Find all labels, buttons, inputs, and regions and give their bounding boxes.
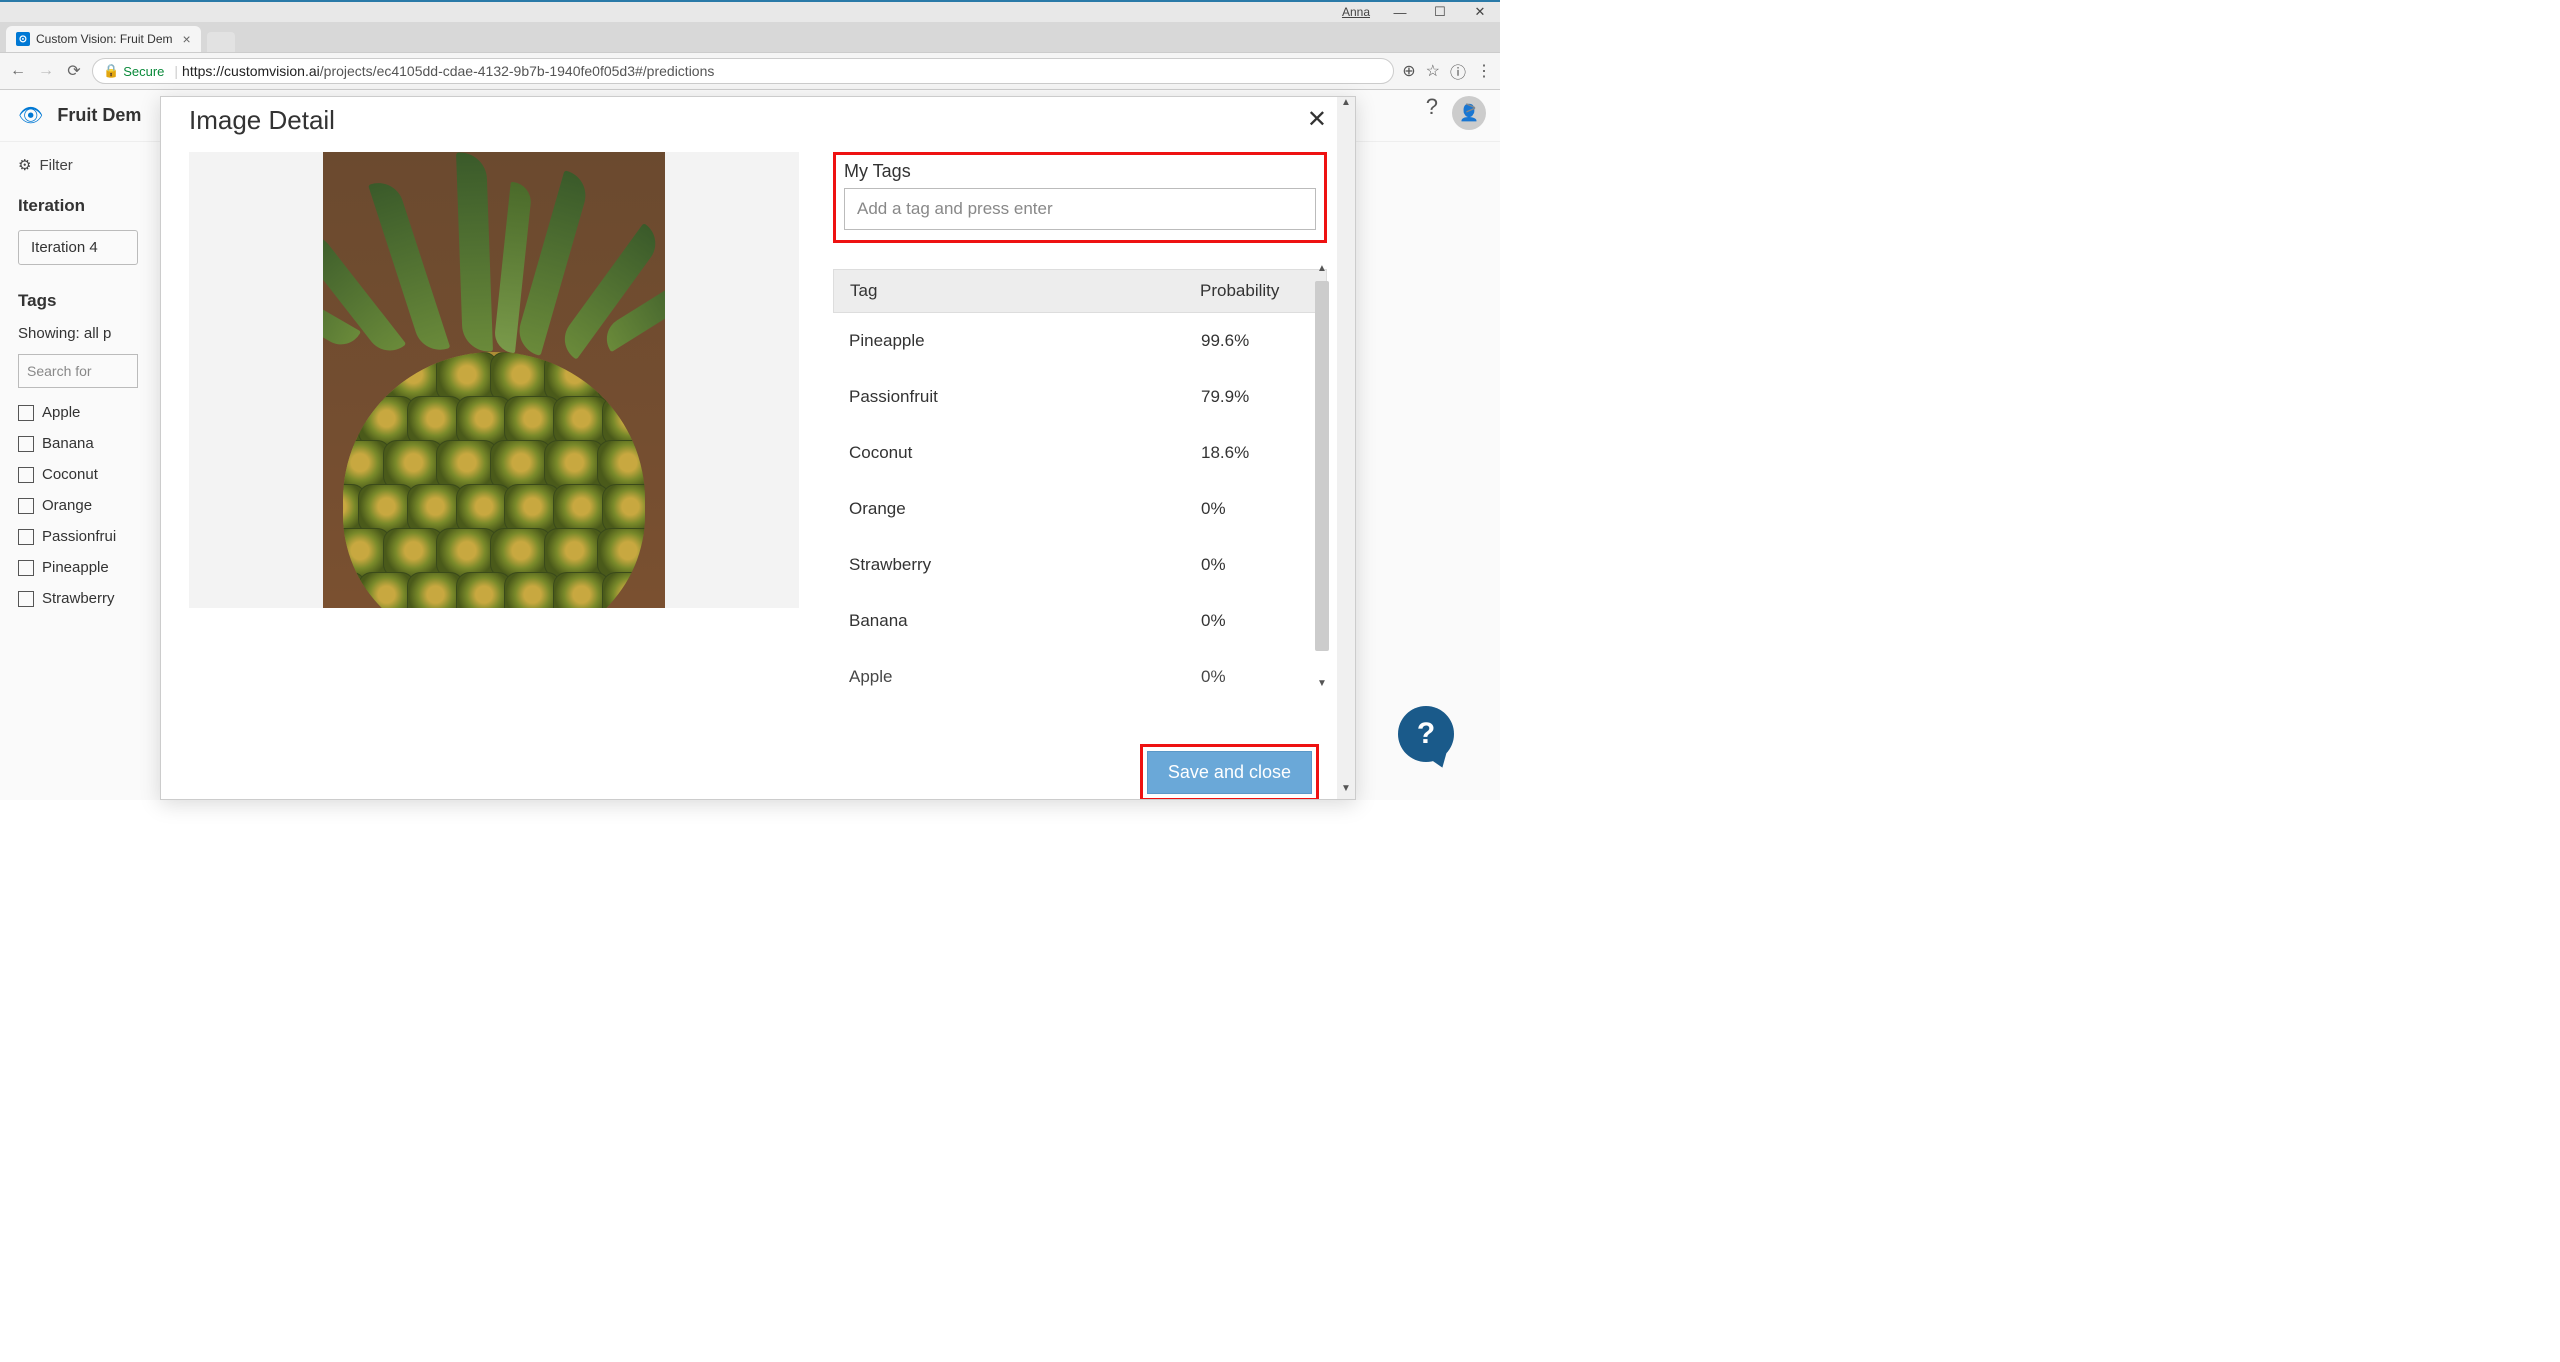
prediction-row: Apple0% <box>833 649 1327 689</box>
add-tag-input[interactable] <box>844 188 1316 230</box>
nav-next-icon[interactable]: > <box>1465 98 1476 119</box>
question-icon: ? <box>1417 717 1435 751</box>
prediction-tag: Apple <box>849 667 1201 687</box>
tag-filter-item[interactable]: Banana <box>18 435 158 452</box>
modal-scrollbar[interactable]: ▲ ▼ <box>1337 97 1355 799</box>
sliders-icon: ⚙ <box>18 156 31 174</box>
menu-kebab-icon[interactable]: ⋮ <box>1476 61 1492 81</box>
modal-close-button[interactable]: ✕ <box>1307 105 1327 134</box>
tag-filter-label: Strawberry <box>42 590 115 607</box>
window-titlebar: Anna — ☐ ✕ <box>0 0 1500 22</box>
tag-filter-item[interactable]: Coconut <box>18 466 158 483</box>
prediction-row: Orange0% <box>833 481 1327 537</box>
forward-button[interactable]: → <box>36 62 56 80</box>
prediction-row: Pineapple99.6% <box>833 313 1327 369</box>
prediction-tag: Pineapple <box>849 331 1201 351</box>
col-prob-header: Probability <box>1200 281 1310 301</box>
prediction-probability: 18.6% <box>1201 443 1311 463</box>
checkbox-icon[interactable] <box>18 436 34 452</box>
tab-close-icon[interactable]: × <box>182 31 190 47</box>
checkbox-icon[interactable] <box>18 591 34 607</box>
tags-section-label: Tags <box>18 291 158 311</box>
modal-title: Image Detail <box>189 105 335 136</box>
customvision-logo-icon: 👁 <box>18 103 43 128</box>
new-tab-button[interactable] <box>207 32 235 52</box>
prediction-row: Coconut18.6% <box>833 425 1327 481</box>
prediction-tag: Orange <box>849 499 1201 519</box>
prediction-probability: 0% <box>1201 499 1311 519</box>
image-preview <box>323 152 665 608</box>
my-tags-highlight-box: My Tags <box>833 152 1327 243</box>
save-and-close-button[interactable]: Save and close <box>1147 751 1312 794</box>
prediction-row: Banana0% <box>833 593 1327 649</box>
prediction-tag: Passionfruit <box>849 387 1201 407</box>
prediction-probability: 0% <box>1201 555 1311 575</box>
tag-filter-label: Orange <box>42 497 92 514</box>
header-help-icon[interactable]: ? <box>1426 94 1438 120</box>
bookmark-star-icon[interactable]: ☆ <box>1426 61 1440 81</box>
tag-filter-label: Pineapple <box>42 559 109 576</box>
predictions-table: ▲ ▼ Tag Probability Pineapple99.6%Passio… <box>833 269 1327 689</box>
predictions-header-row: Tag Probability <box>833 269 1327 313</box>
info-icon[interactable]: ⓘ <box>1450 59 1466 83</box>
prediction-probability: 0% <box>1201 611 1311 631</box>
save-highlight-box: Save and close <box>1140 744 1319 799</box>
scroll-up-icon[interactable]: ▲ <box>1337 97 1355 113</box>
iteration-select[interactable]: Iteration 4 <box>18 230 138 265</box>
window-close-button[interactable]: ✕ <box>1460 2 1500 22</box>
help-chat-button[interactable]: ? <box>1398 706 1454 762</box>
prediction-probability: 79.9% <box>1201 387 1311 407</box>
prediction-row: Passionfruit79.9% <box>833 369 1327 425</box>
tag-filter-label: Apple <box>42 404 80 421</box>
window-user: Anna <box>1342 5 1370 19</box>
image-preview-panel <box>189 152 799 608</box>
tag-filter-item[interactable]: Orange <box>18 497 158 514</box>
tag-filter-label: Passionfrui <box>42 528 116 545</box>
tag-filter-item[interactable]: Pineapple <box>18 559 158 576</box>
browser-tab[interactable]: ⊙ Custom Vision: Fruit Dem × <box>6 26 201 52</box>
tag-search-input[interactable]: Search for <box>18 354 138 388</box>
checkbox-icon[interactable] <box>18 529 34 545</box>
filter-button[interactable]: ⚙ Filter <box>18 156 158 174</box>
window-minimize-button[interactable]: — <box>1380 2 1420 22</box>
my-tags-label: My Tags <box>844 161 1316 182</box>
tab-title: Custom Vision: Fruit Dem <box>36 32 172 46</box>
tag-filter-item[interactable]: Passionfrui <box>18 528 158 545</box>
reload-button[interactable]: ⟳ <box>64 61 84 81</box>
window-maximize-button[interactable]: ☐ <box>1420 2 1460 22</box>
prediction-tag: Strawberry <box>849 555 1201 575</box>
tag-filter-label: Coconut <box>42 466 98 483</box>
url-field[interactable]: 🔒 Secure | https://customvision.ai/proje… <box>92 58 1394 84</box>
sidebar: ⚙ Filter Iteration Iteration 4 Tags Show… <box>0 142 158 621</box>
tag-filter-label: Banana <box>42 435 94 452</box>
tag-filter-item[interactable]: Apple <box>18 404 158 421</box>
checkbox-icon[interactable] <box>18 467 34 483</box>
showing-text: Showing: all p <box>18 325 158 342</box>
prediction-probability: 99.6% <box>1201 331 1311 351</box>
tag-filter-item[interactable]: Strawberry <box>18 590 158 607</box>
col-tag-header: Tag <box>850 281 1200 301</box>
prediction-tag: Banana <box>849 611 1201 631</box>
url-text: https://customvision.ai/projects/ec4105d… <box>182 63 714 79</box>
iteration-label: Iteration <box>18 196 158 216</box>
project-title: Fruit Dem <box>57 105 141 126</box>
scroll-thumb[interactable] <box>1315 281 1329 651</box>
checkbox-icon[interactable] <box>18 405 34 421</box>
prediction-probability: 0% <box>1201 667 1311 687</box>
prediction-row: Strawberry0% <box>833 537 1327 593</box>
checkbox-icon[interactable] <box>18 498 34 514</box>
favicon-icon: ⊙ <box>16 32 30 46</box>
image-detail-modal: ▲ ▼ Image Detail ✕ <box>160 96 1356 800</box>
lock-icon: 🔒 <box>103 63 119 79</box>
zoom-icon[interactable]: ⊕ <box>1402 61 1415 81</box>
scroll-up-icon[interactable]: ▲ <box>1313 263 1331 274</box>
back-button[interactable]: ← <box>8 62 28 80</box>
predictions-scrollbar[interactable]: ▲ ▼ <box>1313 263 1331 689</box>
prediction-tag: Coconut <box>849 443 1201 463</box>
secure-indicator: 🔒 Secure <box>103 63 164 79</box>
checkbox-icon[interactable] <box>18 560 34 576</box>
browser-address-bar: ← → ⟳ 🔒 Secure | https://customvision.ai… <box>0 52 1500 90</box>
browser-tabstrip: ⊙ Custom Vision: Fruit Dem × <box>0 22 1500 52</box>
scroll-down-icon[interactable]: ▼ <box>1337 783 1355 799</box>
